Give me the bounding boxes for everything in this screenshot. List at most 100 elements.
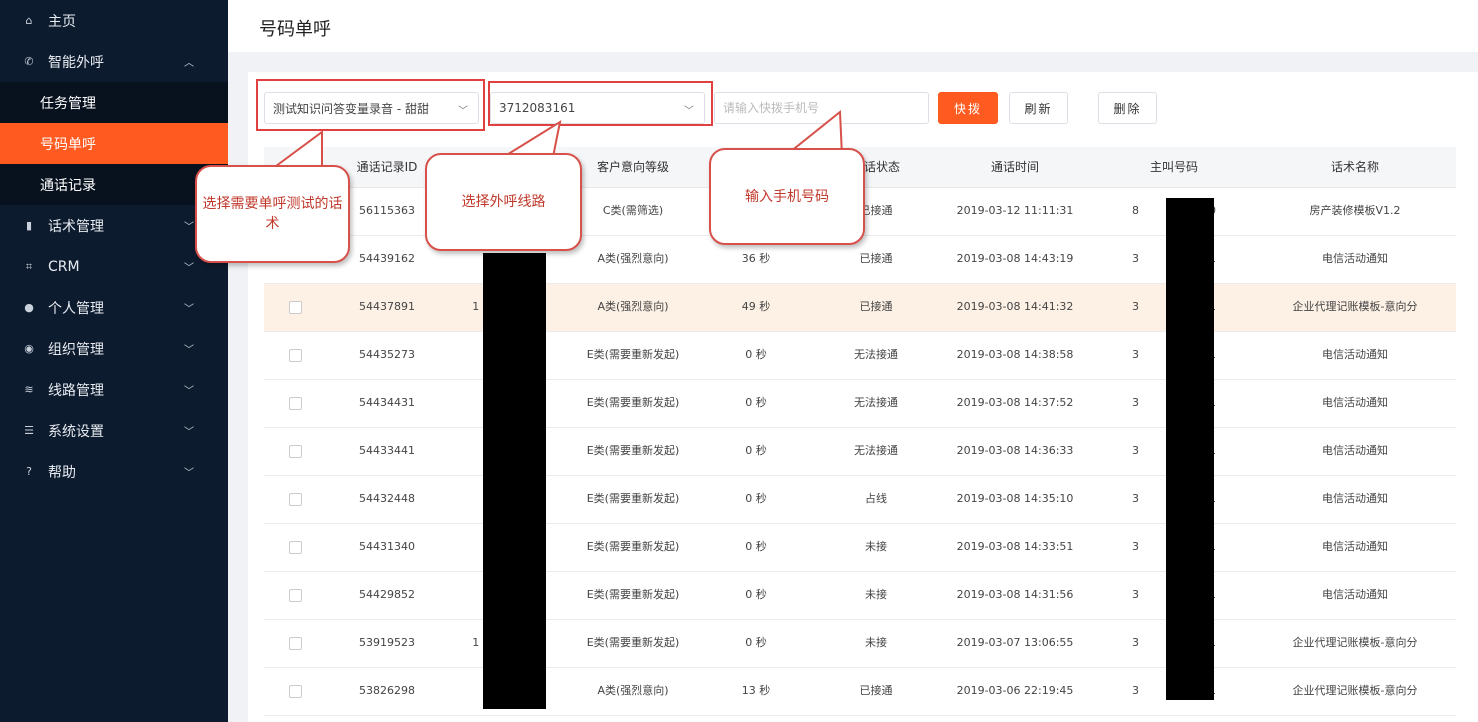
- cell-script: 电信活动通知: [1254, 235, 1456, 284]
- cell-id: 54433441: [326, 427, 448, 476]
- row-checkbox[interactable]: [288, 684, 302, 698]
- table-row[interactable]: 544334411E类(需要重新发起)0 秒无法接通2019-03-08 14:…: [264, 427, 1456, 476]
- cell-level: E类(需要重新发起): [570, 475, 696, 524]
- sidebar-item-9[interactable]: ≋ 线路管理 ﹀: [0, 369, 228, 410]
- cell-status: 未接: [816, 571, 936, 620]
- cell-level: A类(强烈意向): [570, 283, 696, 332]
- sidebar-subitem-4[interactable]: 通话记录: [0, 164, 228, 205]
- cell-status: 已接通: [816, 667, 936, 716]
- row-checkbox[interactable]: [288, 348, 302, 362]
- sidebar-item-label: 帮助: [48, 464, 76, 481]
- cell-id: 54434431: [326, 379, 448, 428]
- row-checkbox[interactable]: [288, 396, 302, 410]
- table-row[interactable]: 538262981A类(强烈意向)13 秒已接通2019-03-06 22:19…: [264, 667, 1456, 716]
- phone-input[interactable]: [714, 92, 929, 124]
- cell-id: 53919523: [326, 619, 448, 668]
- chevron-down-icon: ﹀: [184, 345, 194, 356]
- cell-dur: 0 秒: [696, 427, 816, 476]
- callout-script: 选择需要单呼测试的话术: [195, 165, 350, 263]
- row-checkbox[interactable]: [288, 444, 302, 458]
- cell-id: 54429852: [326, 571, 448, 620]
- row-select-cell: [264, 667, 326, 716]
- row-checkbox[interactable]: [288, 636, 302, 650]
- column-header: 客户意向等级: [570, 147, 696, 188]
- line-select[interactable]: 3712083161 ﹀: [490, 92, 705, 124]
- cell-time: 2019-03-08 14:38:58: [936, 331, 1094, 380]
- table-row[interactable]: 544298521E类(需要重新发起)0 秒未接2019-03-08 14:31…: [264, 571, 1456, 620]
- sidebar-item-7[interactable]: ● 个人管理 ﹀: [0, 287, 228, 328]
- sidebar-item-label: 系统设置: [48, 423, 104, 440]
- line-select-value: 3712083161: [499, 101, 576, 115]
- row-select-cell: [264, 475, 326, 524]
- cell-time: 2019-03-08 14:35:10: [936, 475, 1094, 524]
- cell-script: 电信活动通知: [1254, 331, 1456, 380]
- script-select[interactable]: 测试知识问答变量录音 - 甜甜 ﹀: [264, 92, 479, 124]
- column-header: 主叫号码: [1094, 147, 1254, 188]
- dial-button[interactable]: 快拨: [938, 92, 998, 124]
- cell-time: 2019-03-08 14:43:19: [936, 235, 1094, 284]
- phone-icon: ✆: [24, 55, 34, 68]
- sidebar-item-0[interactable]: ⌂ 主页: [0, 0, 228, 41]
- cell-dur: 0 秒: [696, 331, 816, 380]
- cell-id: 54437891: [326, 283, 448, 332]
- sidebar-subitem-2[interactable]: 任务管理: [0, 82, 228, 123]
- cell-level: E类(需要重新发起): [570, 331, 696, 380]
- table-row[interactable]: 539195231 3E类(需要重新发起)0 秒未接2019-03-07 13:…: [264, 619, 1456, 668]
- sidebar-item-label: 线路管理: [48, 382, 104, 399]
- redaction-block: [483, 253, 546, 709]
- sidebar: ⌂ 主页 ✆ 智能外呼 ︿ 任务管理 号码单呼 通话记录 ▮ 话术管理 ﹀ ⌗ CRM ﹀ ● 个人管理 ﹀ ◉ 组…: [0, 0, 228, 722]
- sidebar-item-6[interactable]: ⌗ CRM ﹀: [0, 246, 228, 287]
- home-icon: ⌂: [25, 14, 33, 27]
- cell-time: 2019-03-08 14:31:56: [936, 571, 1094, 620]
- sidebar-item-label: CRM: [48, 258, 80, 275]
- cell-script: 电信活动通知: [1254, 379, 1456, 428]
- chevron-down-icon: ﹀: [184, 222, 194, 233]
- cell-id: 54432448: [326, 475, 448, 524]
- cell-level: E类(需要重新发起): [570, 523, 696, 572]
- table-row[interactable]: 544352731E类(需要重新发起)0 秒无法接通2019-03-08 14:…: [264, 331, 1456, 380]
- cell-id: 53826298: [326, 667, 448, 716]
- cell-script: 企业代理记账模板-意向分: [1254, 619, 1456, 668]
- sidebar-item-1[interactable]: ✆ 智能外呼 ︿: [0, 41, 228, 82]
- sidebar-item-10[interactable]: ☰ 系统设置 ﹀: [0, 410, 228, 451]
- cell-dur: 0 秒: [696, 619, 816, 668]
- row-select-cell: [264, 427, 326, 476]
- cell-dur: 0 秒: [696, 379, 816, 428]
- row-checkbox[interactable]: [288, 540, 302, 554]
- cell-script: 企业代理记账模板-意向分: [1254, 283, 1456, 332]
- refresh-button[interactable]: 刷新: [1009, 92, 1068, 124]
- cell-script: 房产装修模板V1.2: [1254, 187, 1456, 236]
- cell-dur: 13 秒: [696, 667, 816, 716]
- column-header: 话术名称: [1254, 147, 1456, 188]
- cell-id: 54431340: [326, 523, 448, 572]
- group-icon: ◉: [24, 342, 34, 355]
- sidebar-item-8[interactable]: ◉ 组织管理 ﹀: [0, 328, 228, 369]
- route-icon: ≋: [24, 383, 34, 396]
- cell-time: 2019-03-08 14:36:33: [936, 427, 1094, 476]
- cell-level: E类(需要重新发起): [570, 379, 696, 428]
- cell-level: C类(需筛选): [570, 187, 696, 236]
- table-row[interactable]: 544378911 2A类(强烈意向)49 秒已接通2019-03-08 14:…: [264, 283, 1456, 332]
- cell-level: E类(需要重新发起): [570, 619, 696, 668]
- row-checkbox[interactable]: [288, 492, 302, 506]
- crop-icon: ⌗: [25, 259, 33, 273]
- chevron-down-icon: ﹀: [184, 304, 194, 315]
- table-row[interactable]: 544324481E类(需要重新发起)0 秒占线2019-03-08 14:35…: [264, 475, 1456, 524]
- callout-phone: 输入手机号码: [709, 148, 865, 245]
- cell-dur: 0 秒: [696, 571, 816, 620]
- column-header: 通话时间: [936, 147, 1094, 188]
- row-checkbox[interactable]: [288, 300, 302, 314]
- sidebar-item-11[interactable]: ? 帮助 ﹀: [0, 451, 228, 492]
- table-row[interactable]: 544344311E类(需要重新发起)0 秒无法接通2019-03-08 14:…: [264, 379, 1456, 428]
- cell-script: 电信活动通知: [1254, 571, 1456, 620]
- cell-status: 已接通: [816, 283, 936, 332]
- chevron-up-icon: ︿: [184, 58, 194, 69]
- table-row[interactable]: 544313401E类(需要重新发起)0 秒未接2019-03-08 14:33…: [264, 523, 1456, 572]
- delete-button[interactable]: 删除: [1098, 92, 1157, 124]
- sidebar-item-5[interactable]: ▮ 话术管理 ﹀: [0, 205, 228, 246]
- row-checkbox[interactable]: [288, 588, 302, 602]
- book-icon: ▮: [25, 219, 33, 232]
- cell-script: 电信活动通知: [1254, 427, 1456, 476]
- cell-status: 占线: [816, 475, 936, 524]
- sidebar-subitem-3[interactable]: 号码单呼: [0, 123, 228, 164]
